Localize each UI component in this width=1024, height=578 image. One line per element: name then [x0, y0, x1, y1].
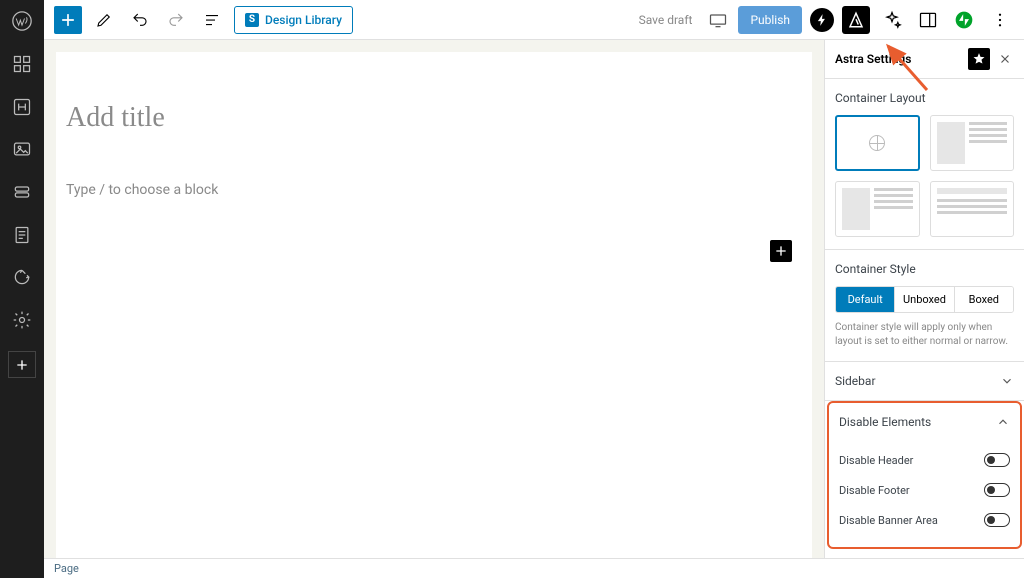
disable-footer-toggle[interactable] [984, 483, 1010, 497]
edit-tool-button[interactable] [90, 6, 118, 34]
disable-banner-row: Disable Banner Area [839, 505, 1010, 535]
page-icon[interactable] [10, 223, 34, 246]
redo-button[interactable] [162, 6, 190, 34]
settings-gear-icon[interactable] [10, 309, 34, 332]
editor-toolbar: S Design Library Save draft Publish [44, 0, 1024, 40]
layout-option-default[interactable] [835, 115, 920, 171]
editor-canvas[interactable]: Add title Type / to choose a block [56, 52, 812, 566]
layout-option-normal[interactable] [930, 115, 1015, 171]
save-draft-button[interactable]: Save draft [639, 13, 693, 27]
jetpack-icon[interactable] [950, 6, 978, 34]
container-style-segmented: Default Unboxed Boxed [835, 286, 1014, 313]
container-style-label: Container Style [835, 262, 1014, 276]
container-style-section: Container Style Default Unboxed Boxed Co… [825, 250, 1024, 362]
design-library-label: Design Library [265, 13, 342, 27]
style-boxed-button[interactable]: Boxed [955, 287, 1013, 312]
wordpress-logo-icon[interactable] [10, 10, 34, 33]
design-library-icon: S [245, 13, 259, 27]
astra-settings-panel: Astra Settings Container Layout [824, 40, 1024, 578]
favorite-button[interactable] [968, 48, 990, 70]
container-style-help: Container style will apply only when lay… [835, 321, 1014, 349]
rankmath-icon[interactable] [810, 8, 834, 32]
add-block-rail-button[interactable] [8, 351, 36, 378]
disable-elements-highlight: Disable Elements Disable Header D [827, 401, 1022, 549]
disable-footer-row: Disable Footer [839, 475, 1010, 505]
preview-button[interactable] [706, 8, 730, 32]
design-library-button[interactable]: S Design Library [234, 6, 353, 34]
image-icon[interactable] [10, 138, 34, 161]
style-unboxed-button[interactable]: Unboxed [895, 287, 954, 312]
style-default-button[interactable]: Default [836, 287, 895, 312]
block-placeholder[interactable]: Type / to choose a block [66, 182, 802, 198]
container-layout-label: Container Layout [835, 91, 1014, 105]
cursor-icon[interactable] [10, 266, 34, 289]
astra-settings-icon[interactable] [842, 6, 870, 34]
disable-header-toggle[interactable] [984, 453, 1010, 467]
container-layout-section: Container Layout [825, 79, 1024, 250]
disable-banner-toggle[interactable] [984, 513, 1010, 527]
sidebar-accordion-header[interactable]: Sidebar [825, 362, 1024, 400]
ai-sparkle-icon[interactable] [878, 6, 906, 34]
dashboard-icon[interactable] [10, 53, 34, 76]
toggle-inserter-button[interactable] [54, 6, 82, 34]
breadcrumb[interactable]: Page [54, 562, 79, 575]
settings-title: Astra Settings [835, 52, 968, 66]
settings-panel-icon[interactable] [914, 6, 942, 34]
disable-header-row: Disable Header [839, 445, 1010, 475]
chevron-up-icon [996, 415, 1010, 429]
more-options-icon[interactable] [986, 6, 1014, 34]
document-overview-button[interactable] [198, 6, 226, 34]
sidebar-accordion: Sidebar [825, 362, 1024, 401]
heading-icon[interactable] [10, 95, 34, 118]
close-panel-button[interactable] [996, 50, 1014, 68]
settings-header: Astra Settings [825, 40, 1024, 79]
editor-footer: Page [44, 558, 1024, 578]
editor-canvas-wrap: Add title Type / to choose a block [44, 40, 824, 578]
publish-button[interactable]: Publish [738, 6, 802, 34]
undo-button[interactable] [126, 6, 154, 34]
admin-sidebar [0, 0, 44, 578]
post-title-input[interactable]: Add title [66, 102, 802, 134]
disable-elements-header[interactable]: Disable Elements [829, 403, 1020, 441]
buttons-icon[interactable] [10, 181, 34, 204]
inline-inserter-button[interactable] [770, 240, 792, 262]
chevron-down-icon [1000, 374, 1014, 388]
disable-elements-accordion: Disable Elements Disable Header D [829, 403, 1020, 547]
layout-option-narrow[interactable] [835, 181, 920, 237]
layout-option-full[interactable] [930, 181, 1015, 237]
